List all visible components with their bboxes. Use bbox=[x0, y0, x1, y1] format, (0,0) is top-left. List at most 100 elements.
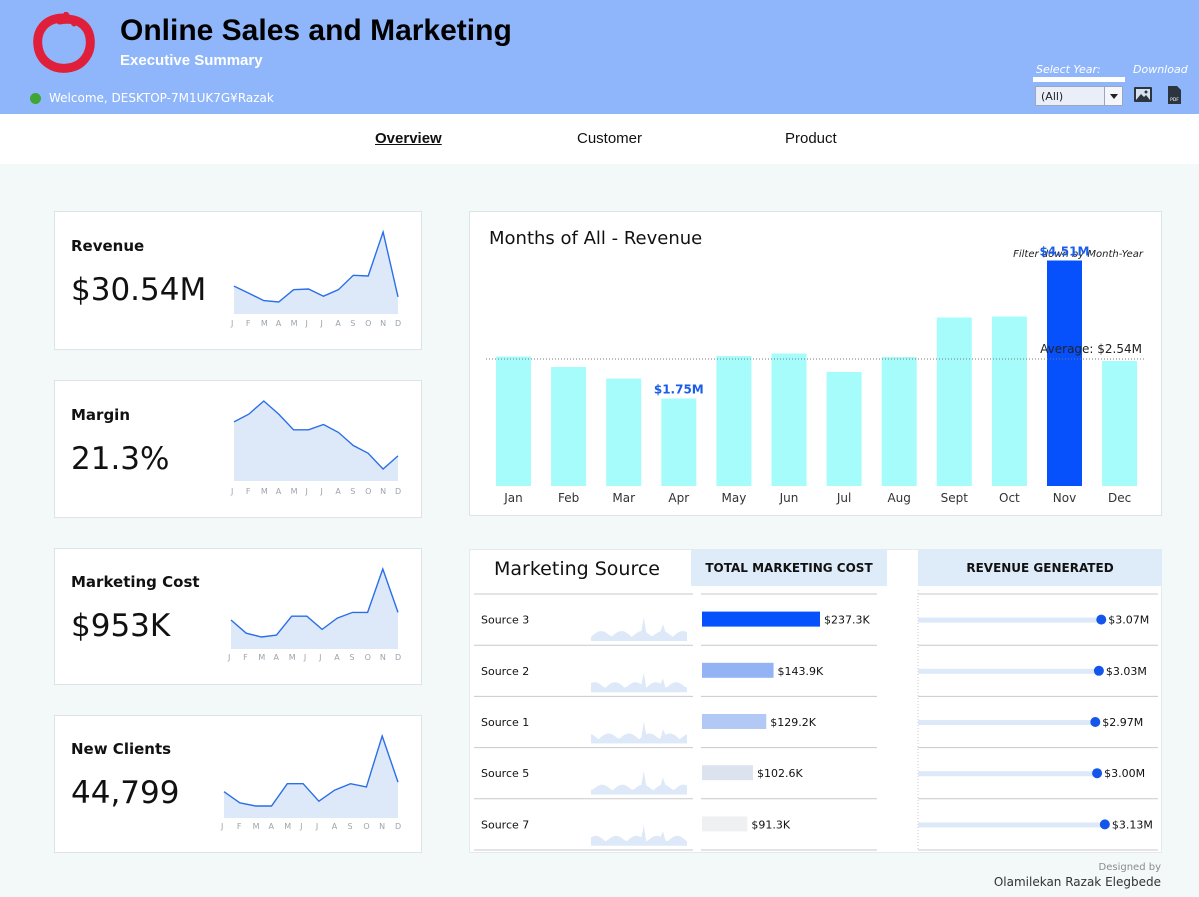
month-letter: F bbox=[236, 822, 242, 831]
kpi-label: Revenue bbox=[71, 237, 145, 255]
month-letter: M bbox=[252, 822, 260, 831]
revenue-bar-aug[interactable] bbox=[881, 357, 917, 486]
month-letter: M bbox=[290, 319, 298, 328]
download-image-icon[interactable] bbox=[1133, 86, 1153, 103]
source-trend-sparkline bbox=[591, 617, 687, 641]
new-clients-sparkline bbox=[223, 734, 399, 818]
source-trend-sparkline bbox=[591, 770, 687, 795]
tab-product[interactable]: Product bbox=[785, 130, 837, 147]
revenue-bar bbox=[918, 822, 1105, 828]
data-label: $4.51M bbox=[1040, 245, 1090, 259]
welcome-text: Welcome, DESKTOP-7M1UK7G¥Razak bbox=[49, 91, 274, 105]
month-letter: A bbox=[335, 319, 341, 328]
revenue-bar-sept[interactable] bbox=[936, 317, 972, 487]
month-tick-label: Jun bbox=[779, 491, 799, 505]
tab-customer[interactable]: Customer bbox=[577, 130, 642, 147]
marketing-cost-label: $102.6K bbox=[757, 767, 803, 780]
month-letter: A bbox=[335, 487, 341, 496]
month-letter: M bbox=[288, 653, 296, 662]
year-dropdown[interactable]: (All) bbox=[1035, 86, 1123, 106]
month-tick-label: Feb bbox=[558, 491, 579, 505]
select-year-label: Select Year: bbox=[1036, 63, 1101, 76]
month-letter: A bbox=[275, 319, 282, 328]
marketing-source-table: Source 3 $237.3K $3.07M Source 2 $143.9K $3.0… bbox=[474, 590, 1158, 851]
revenue-bar-jul[interactable] bbox=[826, 372, 862, 486]
revenue-dot[interactable] bbox=[1093, 665, 1104, 676]
month-tick-label: Oct bbox=[999, 491, 1020, 505]
month-letter: O bbox=[364, 653, 371, 662]
revenue-bar-chart[interactable]: Jan Feb Mar Apr $1.75M May Jun Jul Aug Sept Oct Nov… bbox=[470, 212, 1163, 517]
month-letter: O bbox=[365, 319, 372, 328]
select-year-underline bbox=[1033, 77, 1125, 82]
month-letter: M bbox=[260, 319, 268, 328]
source-name: Source 5 bbox=[481, 767, 529, 780]
revenue-bar-mar[interactable] bbox=[606, 378, 642, 487]
month-tick-label: Mar bbox=[612, 491, 635, 505]
month-letter: J bbox=[228, 653, 231, 662]
month-letter: J bbox=[303, 653, 307, 662]
source-trend-sparkline bbox=[591, 721, 687, 744]
marketing-cost-bar[interactable] bbox=[702, 611, 820, 627]
month-tick-label: Nov bbox=[1053, 491, 1076, 505]
kpi-value: 44,799 bbox=[71, 775, 180, 811]
revenue-dot[interactable] bbox=[1090, 717, 1101, 727]
revenue-bar-jan[interactable] bbox=[496, 356, 531, 487]
month-letter: A bbox=[268, 822, 274, 831]
revenue-bar-dec[interactable] bbox=[1102, 361, 1138, 486]
month-letter: D bbox=[395, 487, 402, 496]
kpi-value: 21.3% bbox=[71, 441, 170, 477]
revenue-dot[interactable] bbox=[1099, 819, 1110, 830]
source-name: Source 1 bbox=[481, 716, 529, 729]
marketing-cost-label: $91.3K bbox=[751, 818, 790, 831]
kpi-card-revenue[interactable]: Revenue $30.54M JFMAMJJASOND bbox=[54, 211, 422, 350]
margin-sparkline bbox=[233, 400, 399, 481]
revenue-bar-apr[interactable] bbox=[661, 398, 697, 487]
kpi-value: $30.54M bbox=[71, 272, 207, 308]
month-letter: M bbox=[290, 487, 298, 496]
month-letter: A bbox=[334, 653, 340, 662]
marketing-cost-bar[interactable] bbox=[702, 714, 767, 729]
revenue-label: $3.07M bbox=[1108, 614, 1149, 627]
month-letter: D bbox=[395, 319, 402, 328]
marketing-cost-bar[interactable] bbox=[702, 662, 774, 678]
marketing-cost-label: $129.2K bbox=[770, 716, 816, 729]
month-letter: A bbox=[331, 822, 338, 831]
revenue-bar-may[interactable] bbox=[716, 356, 752, 486]
tab-overview[interactable]: Overview bbox=[375, 130, 442, 147]
month-tick-label: May bbox=[721, 491, 746, 505]
month-letter: D bbox=[395, 822, 402, 831]
marketing-cost-bar[interactable] bbox=[702, 816, 748, 832]
revenue-label: $3.03M bbox=[1106, 665, 1147, 678]
revenue-bar bbox=[918, 771, 1098, 777]
revenue-bar bbox=[918, 617, 1102, 623]
sparkline-area bbox=[234, 232, 398, 314]
revenue-bar-nov[interactable] bbox=[1047, 260, 1082, 487]
kpi-card-margin[interactable]: Margin 21.3% JFMAMJJASOND bbox=[54, 380, 422, 518]
monthly-revenue-chart[interactable]: Months of All - Revenue Filter down by M… bbox=[469, 211, 1162, 516]
kpi-label: New Clients bbox=[71, 740, 172, 758]
revenue-dot[interactable] bbox=[1092, 768, 1103, 779]
revenue-bar-jun[interactable] bbox=[771, 353, 807, 487]
year-dropdown-value: (All) bbox=[1041, 90, 1064, 103]
marketing-cost-bar[interactable] bbox=[702, 765, 754, 781]
month-letter: S bbox=[350, 487, 356, 496]
chevron-down-icon[interactable] bbox=[1104, 87, 1122, 105]
kpi-card-marketing-cost[interactable]: Marketing Cost $953K JFMAMJJASOND bbox=[54, 548, 422, 685]
sparkline-area bbox=[231, 569, 398, 649]
download-pdf-icon[interactable]: PDF bbox=[1167, 85, 1182, 105]
revenue-dot[interactable] bbox=[1096, 614, 1107, 625]
kpi-card-new-clients[interactable]: New Clients 44,799 JFMAMJJASOND bbox=[54, 715, 422, 853]
revenue-bar-feb[interactable] bbox=[551, 367, 587, 486]
revenue-bar-oct[interactable] bbox=[991, 316, 1027, 487]
month-letter: J bbox=[305, 487, 308, 496]
month-tick-label: Apr bbox=[668, 491, 689, 505]
month-letter: N bbox=[379, 653, 386, 662]
month-letter: J bbox=[320, 319, 323, 328]
kpi-label: Margin bbox=[71, 406, 131, 424]
month-letter: J bbox=[315, 822, 319, 831]
month-letter: A bbox=[275, 487, 282, 496]
month-tick-label: Dec bbox=[1108, 491, 1131, 505]
month-letter: J bbox=[231, 487, 234, 496]
marketing-cost-label: $143.9K bbox=[778, 665, 824, 678]
month-letter: N bbox=[379, 822, 386, 831]
